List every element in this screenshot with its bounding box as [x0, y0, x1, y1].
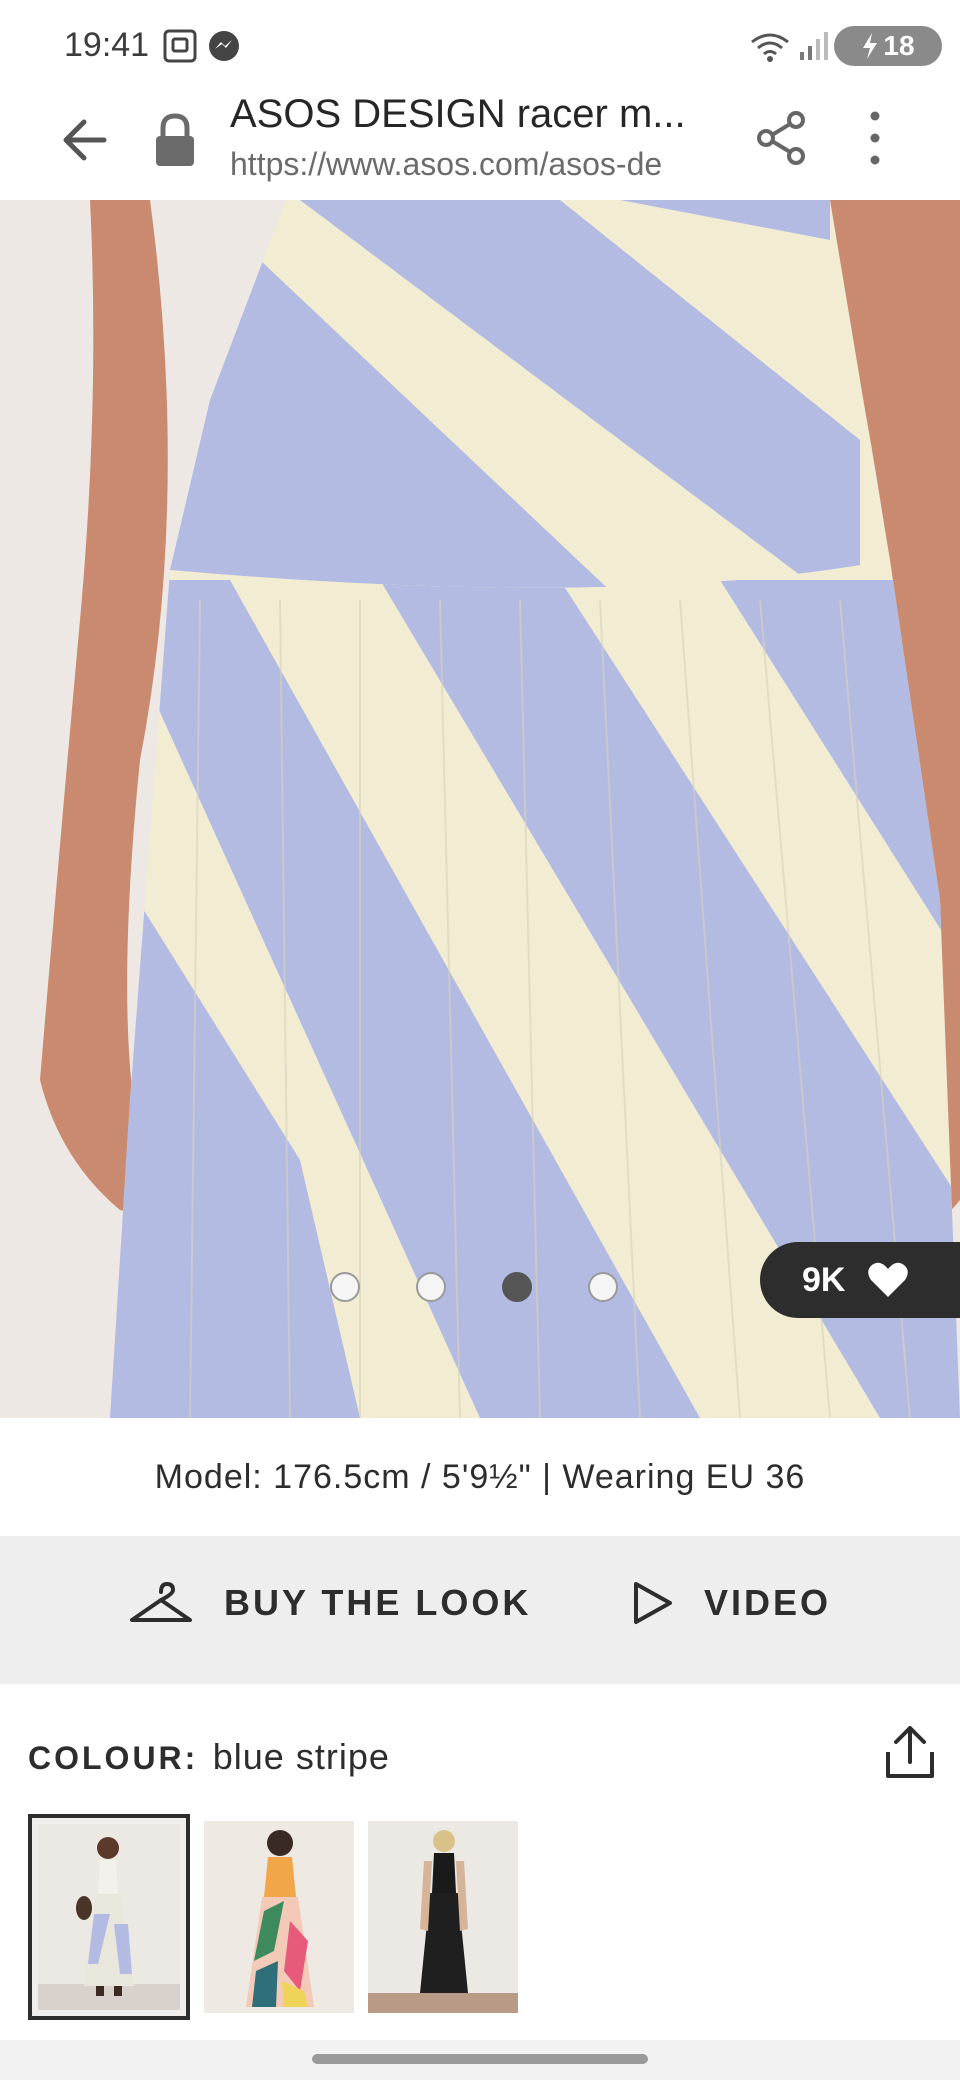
share-upload-icon[interactable]	[882, 1722, 938, 1782]
model-info: Model: 176.5cm / 5'9½" | Wearing EU 36	[0, 1418, 960, 1536]
video-button[interactable]: VIDEO	[632, 1580, 831, 1626]
carousel-dot-4[interactable]	[588, 1272, 618, 1302]
carousel-dots	[330, 1272, 618, 1302]
home-indicator[interactable]	[312, 2054, 648, 2064]
buy-the-look-label: BUY THE LOOK	[224, 1582, 532, 1623]
product-photo	[0, 200, 960, 1418]
actions-bar: BUY THE LOOK VIDEO	[0, 1536, 960, 1684]
colour-swatches	[28, 1814, 518, 2020]
buy-the-look-button[interactable]: BUY THE LOOK	[128, 1580, 531, 1626]
swatch-multi-print[interactable]	[204, 1821, 354, 2013]
carousel-dot-3[interactable]	[502, 1272, 532, 1302]
heart-icon	[868, 1262, 909, 1297]
messenger-icon	[209, 31, 239, 61]
likes-count: 9K	[802, 1260, 846, 1299]
share-icon[interactable]	[752, 108, 812, 168]
page-title[interactable]: ASOS DESIGN racer m...	[230, 92, 710, 137]
back-arrow-icon[interactable]	[54, 108, 118, 172]
battery-level: 18	[883, 30, 915, 61]
swatch-image	[38, 1824, 180, 2010]
lock-icon[interactable]	[150, 110, 200, 170]
wifi-icon	[751, 33, 789, 62]
browser-bar: ASOS DESIGN racer m... https://www.asos.…	[0, 86, 960, 200]
swatch-image	[368, 1821, 518, 2013]
battery-indicator: 18	[834, 26, 942, 66]
swatch-black[interactable]	[368, 1821, 518, 2013]
screenshot-icon	[163, 29, 197, 63]
save-for-later-button[interactable]: 9K	[760, 1242, 960, 1318]
colour-row: COLOUR: blue stripe	[28, 1726, 934, 1786]
play-icon	[634, 1582, 672, 1624]
colour-label: COLOUR:	[28, 1740, 199, 1776]
product-image[interactable]	[0, 200, 960, 1418]
page-url[interactable]: https://www.asos.com/asos-de	[230, 146, 714, 183]
swatch-blue-stripe[interactable]	[28, 1814, 190, 2020]
swatch-image	[204, 1821, 354, 2013]
status-time: 19:41	[64, 26, 150, 64]
hanger-icon	[130, 1582, 192, 1622]
more-vert-icon[interactable]	[850, 108, 900, 168]
battery-charging-icon	[863, 33, 878, 59]
colour-value: blue stripe	[212, 1736, 390, 1777]
video-label: VIDEO	[704, 1582, 832, 1623]
carousel-dot-1[interactable]	[330, 1272, 360, 1302]
carousel-dot-2[interactable]	[416, 1272, 446, 1302]
status-bar: 19:41 18	[0, 0, 960, 86]
signal-icon	[800, 32, 828, 60]
